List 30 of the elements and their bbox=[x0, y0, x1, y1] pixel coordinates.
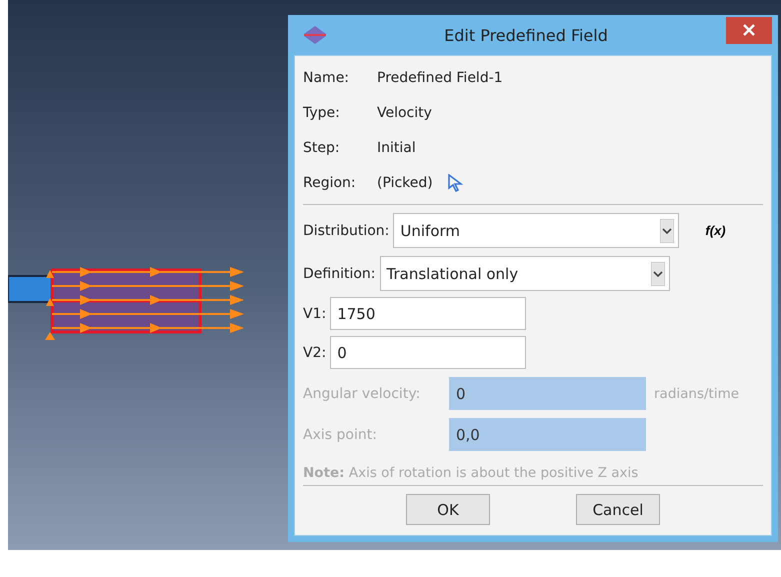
definition-label: Definition: bbox=[303, 266, 376, 282]
unit-label: radians/time bbox=[654, 386, 740, 402]
close-button[interactable] bbox=[726, 16, 772, 44]
function-button[interactable]: f(x) bbox=[705, 223, 726, 238]
distribution-dropdown[interactable]: Uniform bbox=[393, 213, 680, 248]
app-icon bbox=[304, 26, 326, 44]
distribution-label: Distribution: bbox=[303, 222, 390, 238]
field-value: Predefined Field-1 bbox=[377, 70, 503, 86]
velocity-label: V1: bbox=[303, 306, 326, 322]
angular-velocity-label: Angular velocity: bbox=[303, 386, 422, 402]
field-label: Region: bbox=[303, 174, 357, 190]
field-label: Type: bbox=[303, 104, 341, 120]
caret-icon bbox=[650, 262, 665, 286]
field-label: Name: bbox=[303, 70, 350, 86]
axis-point-label: Axis point: bbox=[303, 426, 378, 442]
velocity-label: V2: bbox=[303, 344, 326, 360]
dialog-button[interactable]: OK bbox=[406, 494, 490, 525]
window-title: Edit Predefined Field bbox=[443, 26, 609, 44]
definition-dropdown[interactable]: Translational only bbox=[380, 256, 670, 291]
field-value: Initial bbox=[377, 140, 416, 156]
velocity-field[interactable]: 0 bbox=[330, 336, 526, 369]
field-value: Velocity bbox=[377, 104, 432, 120]
caret-icon bbox=[660, 218, 674, 242]
dialog-button[interactable]: Cancel bbox=[576, 494, 660, 525]
field-value: (Picked) bbox=[377, 174, 433, 190]
pointer-icon[interactable] bbox=[446, 174, 463, 192]
field-label: Step: bbox=[303, 140, 341, 156]
note-text: Note: Axis of rotation is about the positive Z axis bbox=[303, 465, 640, 481]
close-icon bbox=[743, 24, 755, 36]
velocity-field[interactable]: 1750 bbox=[330, 297, 526, 330]
